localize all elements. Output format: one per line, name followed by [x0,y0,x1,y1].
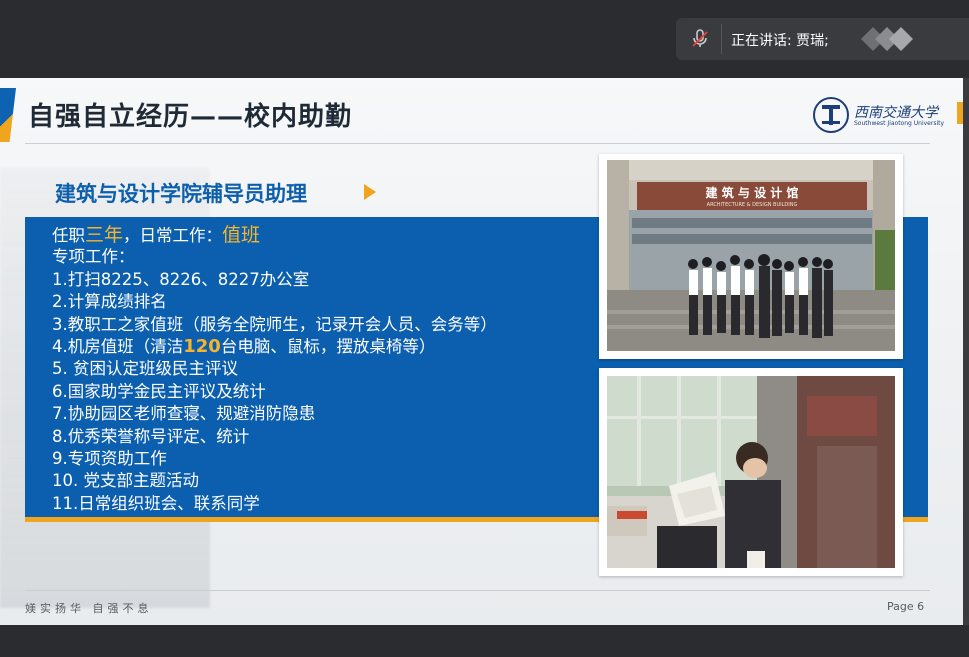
pill-divider [721,24,722,54]
duties-list: 任职三年，日常工作：值班 专项工作： 1.打扫8225、8226、8227办公室… [52,224,497,515]
list-item: 6.国家助学金民主评议及统计 [52,381,266,401]
meeting-bottom-bar [0,625,969,657]
logo-subtext: Southwest Jiaotong University [854,120,945,127]
speaking-label: 正在讲话: 贾瑞; [731,33,829,49]
avatar-icon [861,25,931,53]
logo-text: 西南交通大学 [854,105,938,121]
list-item: 8.优秀荣誉称号评定、统计 [52,426,250,446]
play-arrow-icon [364,184,376,200]
list-item: 4.机房值班（清洁120台电脑、鼠标，摆放桌椅等） [52,335,436,357]
list-item: 9.专项资助工作 [52,448,167,468]
group-photo: 建 筑 与 设 计 馆 ARCHITECTURE & DESIGN BUILDI… [599,154,903,359]
list-item: 10. 党支部主题活动 [52,471,199,491]
footer-motto: 媄实扬华 自强不息 [25,602,153,615]
working-photo [599,368,903,576]
page-number: Page 6 [887,600,925,613]
list-item: 7.协助园区老师查寝、规避消防隐患 [52,404,316,424]
footer-divider [25,590,930,591]
list-item: 11.日常组织班会、联系同学 [52,493,260,513]
slide-title: 自强自立经历——校内助勤 [28,102,353,132]
presentation-slide: 自强自立经历——校内助勤 西南交通大学 Southwest Jiaotong U… [0,78,963,625]
right-edge-bar [963,78,969,625]
list-item: 1.打扫8225、8226、8227办公室 [52,269,310,289]
mic-muted-icon[interactable] [688,27,712,51]
list-item: 任职三年，日常工作：值班 [52,224,261,246]
photo-sign-en-text: ARCHITECTURE & DESIGN BUILDING [707,202,798,208]
title-divider [25,143,930,144]
list-item: 3.教职工之家值班（服务全院师生，记录开会人员、会务等） [52,314,497,334]
photo-sign-text: 建 筑 与 设 计 馆 [705,185,799,200]
title-accent-shape [0,88,16,142]
list-item: 2.计算成绩排名 [52,292,167,312]
active-speaker-indicator[interactable]: 正在讲话: 贾瑞; [676,18,969,60]
meeting-top-bar: 正在讲话: 贾瑞; [0,0,969,78]
university-logo: 西南交通大学 Southwest Jiaotong University [812,96,944,136]
list-item: 5. 贫困认定班级民主评议 [52,359,238,379]
section-heading: 建筑与设计学院辅导员助理 [55,181,307,206]
list-item: 专项工作： [52,247,135,267]
